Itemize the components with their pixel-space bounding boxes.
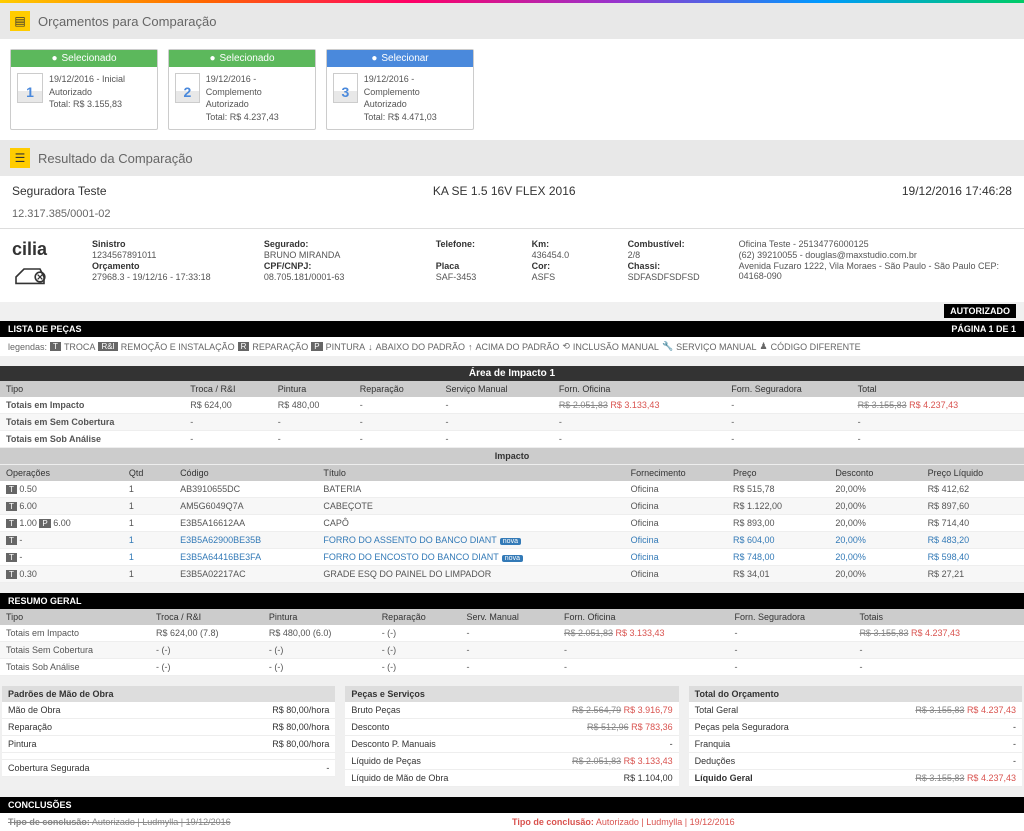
result-header: ☰ Resultado da Comparação xyxy=(0,140,1024,176)
cor-value: ASFS xyxy=(532,272,608,282)
segurado-value: BRUNO MIRANDA xyxy=(264,250,416,260)
area-impacto-table: TipoTroca / R&IPinturaReparaçãoServiço M… xyxy=(0,381,1024,448)
box-row: Líquido de PeçasR$ 2.051,83 R$ 3.133,43 xyxy=(345,753,678,770)
company-row: Seguradora Teste KA SE 1.5 16V FLEX 2016… xyxy=(0,176,1024,206)
resumo-row: Totais Sem Cobertura- (-)- (-)- (-)- - -… xyxy=(0,642,1024,659)
check-icon: ● xyxy=(371,53,377,64)
oficina-endereco: Avenida Fuzaro 1222, Vila Moraes - São P… xyxy=(739,261,1012,281)
info-grid: cilia Sinistro 1234567891011 Orçamento 2… xyxy=(0,229,1024,302)
box-row: Deduções- xyxy=(689,753,1022,770)
placa-value: SAF-3453 xyxy=(436,272,512,282)
check-icon: ● xyxy=(51,53,57,64)
box-mao-obra: Padrões de Mão de Obra Mão de ObraR$ 80,… xyxy=(2,686,335,787)
area-row: Totais em Sem Cobertura---- - - - xyxy=(0,414,1024,431)
box-row: Líquido de Mão de ObraR$ 1.104,00 xyxy=(345,770,678,787)
detail-row: T 0.301E3B5A02217AC GRADE ESQ DO PAINEL … xyxy=(0,566,1024,583)
budgets-header: ▤ Orçamentos para Comparação xyxy=(0,3,1024,39)
cilia-logo: cilia xyxy=(12,239,72,292)
km-value: 436454.0 xyxy=(532,250,608,260)
legend-t-icon: T xyxy=(50,342,61,351)
vehicle-model: KA SE 1.5 16V FLEX 2016 xyxy=(433,184,576,198)
combustivel-label: Combustível: xyxy=(628,239,719,249)
box-row: Bruto PeçasR$ 2.564,79 R$ 3.916,79 xyxy=(345,702,678,719)
check-icon: ● xyxy=(209,53,215,64)
box-row: Peças pela Seguradora- xyxy=(689,719,1022,736)
box-row: Desconto P. Manuais- xyxy=(345,736,678,753)
resumo-row: Totais em ImpactoR$ 624,00 (7.8)R$ 480,0… xyxy=(0,625,1024,642)
sinistro-value: 1234567891011 xyxy=(92,250,244,260)
person-icon: ♟ xyxy=(760,341,768,352)
summary-boxes: Padrões de Mão de Obra Mão de ObraR$ 80,… xyxy=(0,686,1024,787)
resumo-title: RESUMO GERAL xyxy=(0,593,1024,609)
lista-pecas-bar: LISTA DE PEÇAS PÁGINA 1 DE 1 xyxy=(0,321,1024,337)
detail-row: T 1.00 P 6.001E3B5A16612AA CAPÔOficina R… xyxy=(0,515,1024,532)
card-number: 2 xyxy=(175,73,200,103)
combustivel-value: 2/8 xyxy=(628,250,719,260)
box-row: Franquia- xyxy=(689,736,1022,753)
area-row: Totais em ImpactoR$ 624,00R$ 480,00-- R$… xyxy=(0,397,1024,414)
orcamento-label: Orçamento xyxy=(92,261,244,271)
status-badge: AUTORIZADO xyxy=(944,304,1016,318)
detail-row: T 6.001AM5G6049Q7A CABEÇOTEOficina R$ 1.… xyxy=(0,498,1024,515)
placa-label: Placa xyxy=(436,261,512,271)
area-row: Totais em Sob Análise---- - - - xyxy=(0,431,1024,448)
resumo-table: TipoTroca / R&IPinturaReparaçãoServ. Man… xyxy=(0,609,1024,676)
box-row: Líquido GeralR$ 3.155,83 R$ 4.237,43 xyxy=(689,770,1022,787)
legend-ri-icon: R&I xyxy=(98,342,117,351)
box-pecas-servicos: Peças e Serviços Bruto PeçasR$ 2.564,79 … xyxy=(345,686,678,787)
budgets-title: Orçamentos para Comparação xyxy=(38,14,216,29)
sinistro-label: Sinistro xyxy=(92,239,244,249)
detail-table: Impacto OperaçõesQtdCódigoTítuloFornecim… xyxy=(0,448,1024,583)
report-datetime: 19/12/2016 17:46:28 xyxy=(902,184,1012,198)
segurado-label: Segurado: xyxy=(264,239,416,249)
cpf-value: 08.705.181/0001-63 xyxy=(264,272,416,282)
box-row: Total GeralR$ 3.155,83 R$ 4.237,43 xyxy=(689,702,1022,719)
chassi-label: Chassi: xyxy=(628,261,719,271)
budget-cards: ● Selecionado 1 19/12/2016 - InicialAuto… xyxy=(0,39,1024,140)
legend-r-icon: R xyxy=(238,342,250,351)
box-row: Cobertura Segurada- xyxy=(2,760,335,777)
box-row: ReparaçãoR$ 80,00/hora xyxy=(2,719,335,736)
card-number: 3 xyxy=(333,73,358,103)
legend-p-icon: P xyxy=(311,342,322,351)
box-row: PinturaR$ 80,00/hora xyxy=(2,736,335,753)
resumo-row: Totais Sob Análise- (-)- (-)- (-)- - - - xyxy=(0,659,1024,676)
chassi-value: SDFASDFSDFSD xyxy=(628,272,719,282)
impacto-subtitle: Impacto xyxy=(0,448,1024,465)
telefone-label: Telefone: xyxy=(436,239,512,249)
oficina-contato: (62) 39210055 - douglas@maxstudio.com.br xyxy=(739,250,1012,260)
box-row: DescontoR$ 512,96 R$ 783,36 xyxy=(345,719,678,736)
km-label: Km: xyxy=(532,239,608,249)
page-indicator: PÁGINA 1 DE 1 xyxy=(951,324,1016,334)
sliders-icon: ☰ xyxy=(10,148,30,168)
legend-row: legendas: TTROCA R&IREMOÇÃO E INSTALAÇÃO… xyxy=(0,337,1024,356)
document-icon: ▤ xyxy=(10,11,30,31)
budget-card[interactable]: ● Selecionado 2 19/12/2016 - Complemento… xyxy=(168,49,316,130)
refresh-icon: ⟲ xyxy=(562,341,570,352)
detail-row: T -1E3B5A62900BE35B FORRO DO ASSENTO DO … xyxy=(0,532,1024,549)
legend-label: legendas: xyxy=(8,342,47,352)
wrench-icon: 🔧 xyxy=(662,341,673,352)
conclusion-row: Tipo de conclusão: Autorizado | Ludmylla… xyxy=(0,813,1024,831)
result-title: Resultado da Comparação xyxy=(38,151,193,166)
seguradora-name: Seguradora Teste xyxy=(12,184,107,198)
conclusoes-title: CONCLUSÕES xyxy=(0,797,1024,813)
lista-pecas-title: LISTA DE PEÇAS xyxy=(8,324,82,334)
arrow-up-icon: ↑ xyxy=(468,342,473,352)
box-row xyxy=(2,753,335,760)
detail-row: T -1E3B5A64416BE3FA FORRO DO ENCOSTO DO … xyxy=(0,549,1024,566)
box-total-orcamento: Total do Orçamento Total GeralR$ 3.155,8… xyxy=(689,686,1022,787)
box-row: Mão de ObraR$ 80,00/hora xyxy=(2,702,335,719)
doc-number: 12.317.385/0001-02 xyxy=(0,206,1024,229)
budget-card[interactable]: ● Selecionar 3 19/12/2016 - ComplementoA… xyxy=(326,49,474,130)
budget-card[interactable]: ● Selecionado 1 19/12/2016 - InicialAuto… xyxy=(10,49,158,130)
area-impacto-title: Área de Impacto 1 xyxy=(0,366,1024,381)
card-number: 1 xyxy=(17,73,43,103)
arrow-down-icon: ↓ xyxy=(368,342,373,352)
detail-row: T 0.501AB3910655DC BATERIAOficina R$ 515… xyxy=(0,481,1024,498)
oficina-name: Oficina Teste - 25134776000125 xyxy=(739,239,1012,249)
cpf-label: CPF/CNPJ: xyxy=(264,261,416,271)
orcamento-value: 27968.3 - 19/12/16 - 17:33:18 xyxy=(92,272,244,282)
cor-label: Cor: xyxy=(532,261,608,271)
